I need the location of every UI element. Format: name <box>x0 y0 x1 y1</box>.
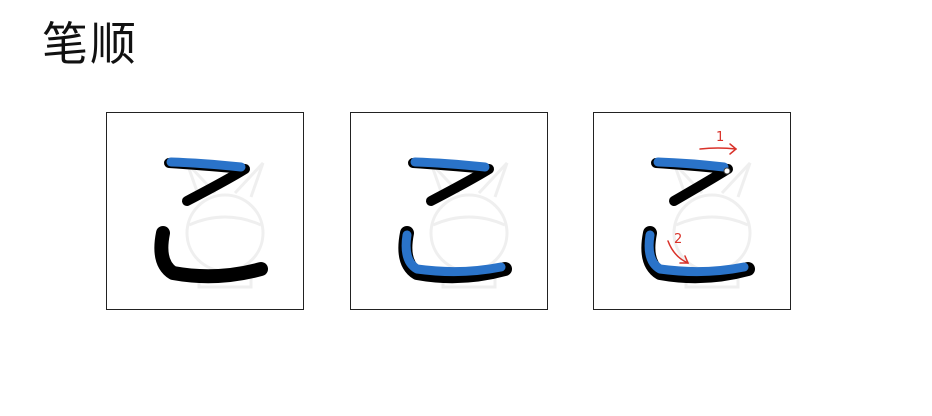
stroke-panel-2 <box>350 112 548 310</box>
kana-ko-stroke-1 <box>154 157 268 289</box>
arrow-1-icon <box>699 143 738 155</box>
cursor-icon <box>723 167 731 175</box>
stroke-panel-1 <box>106 112 304 310</box>
arrow-number-2: 2 <box>674 232 682 247</box>
stroke-panel-3: 1 2 <box>593 112 791 310</box>
arrow-number-1: 1 <box>716 130 724 145</box>
kana-ko-stroke-order: 1 2 <box>641 130 755 289</box>
page-title: 笔顺 <box>42 17 138 71</box>
kana-ko-stroke-2 <box>398 157 512 289</box>
